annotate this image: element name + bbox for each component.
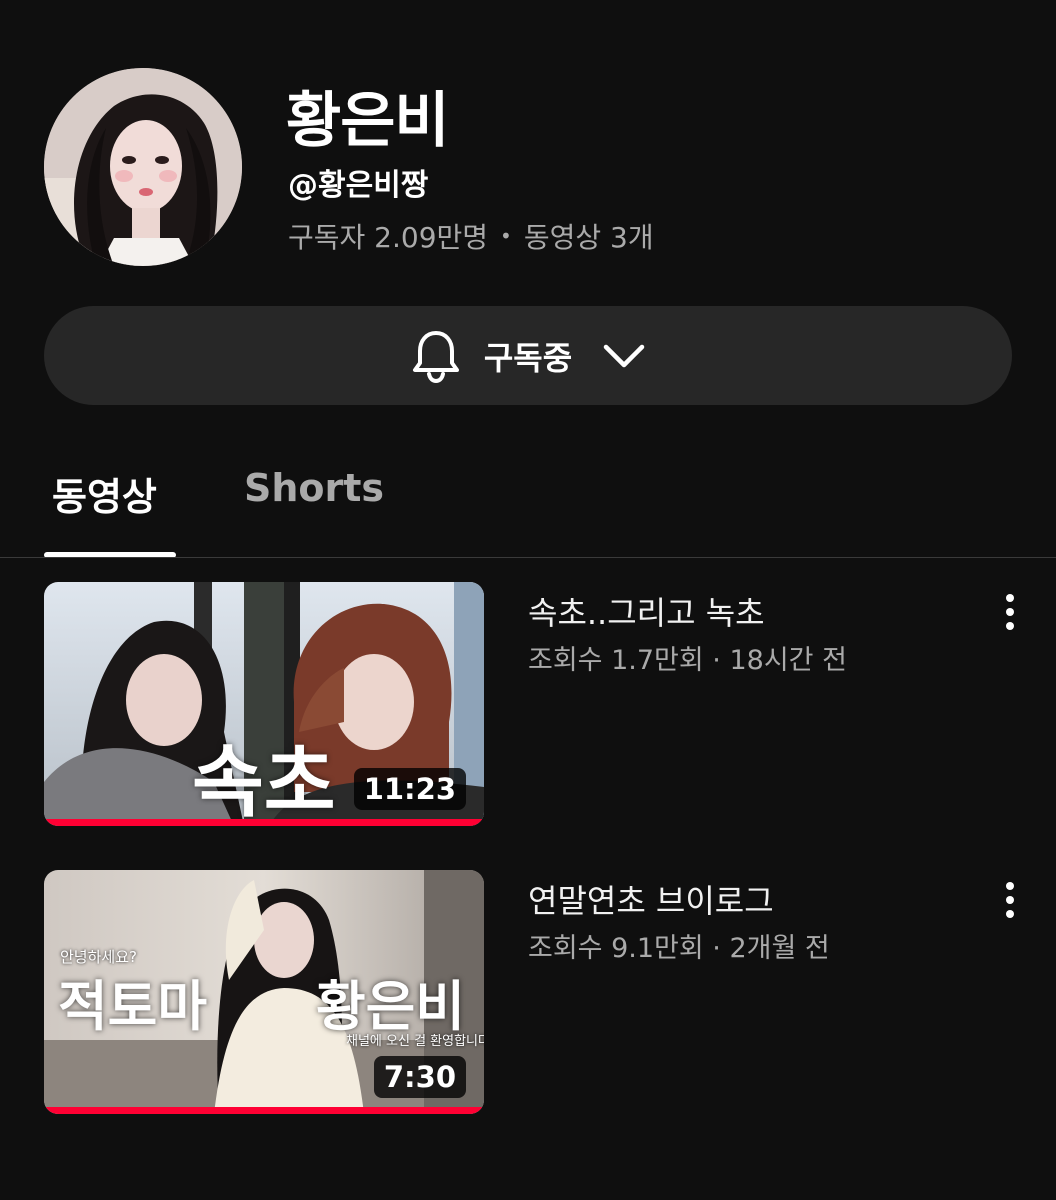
video-duration: 7:30 xyxy=(373,1056,466,1098)
subscriber-count: 구독자 2.09만명 xyxy=(288,221,489,254)
chevron-down-icon xyxy=(603,344,645,367)
meta-separator: • xyxy=(500,224,512,248)
more-options-icon[interactable] xyxy=(992,586,1028,638)
thumbnail-text-left: 적토마 xyxy=(58,975,208,1038)
subscribed-button[interactable]: 구독중 xyxy=(44,306,1012,405)
tabs-divider xyxy=(0,557,1056,558)
channel-name: 황은비 xyxy=(286,86,450,156)
channel-meta: 구독자 2.09만명 • 동영상 3개 xyxy=(288,216,654,256)
channel-avatar[interactable] xyxy=(44,68,242,266)
tab-videos[interactable]: 동영상 xyxy=(52,466,157,526)
channel-tabs: 동영상 Shorts xyxy=(0,466,1056,558)
bell-icon xyxy=(412,330,459,383)
avatar-image xyxy=(44,68,242,266)
thumbnail-title-text: 속초 xyxy=(192,738,336,826)
channel-page: 황은비 @황은비짱 구독자 2.09만명 • 동영상 3개 구독중 동영상 Sh… xyxy=(0,0,1056,1200)
watch-progress-bar xyxy=(44,1107,484,1114)
subscribed-label: 구독중 xyxy=(483,338,573,377)
video-duration: 11:23 xyxy=(353,768,466,810)
video-thumbnail[interactable]: 안녕하세요? 적토마 황은비 채널에 오신 걸 환영합니다 7:30 xyxy=(44,870,484,1114)
video-item[interactable]: 속초 11:23 속초..그리고 녹초 조회수 1.7만회 · 18시간 전 xyxy=(44,582,1024,826)
tab-shorts[interactable]: Shorts xyxy=(244,466,384,526)
channel-handle: @황은비짱 xyxy=(288,168,429,203)
video-thumbnail[interactable]: 속초 11:23 xyxy=(44,582,484,826)
video-title[interactable]: 속초..그리고 녹초 xyxy=(528,588,948,634)
watch-progress-bar xyxy=(44,819,484,826)
video-item[interactable]: 안녕하세요? 적토마 황은비 채널에 오신 걸 환영합니다 7:30 연말연초 … xyxy=(44,870,1024,1114)
thumbnail-bottom-caption: 채널에 오신 걸 환영합니다 xyxy=(346,1034,484,1049)
video-meta: 조회수 1.7만회 · 18시간 전 xyxy=(528,645,847,676)
video-count: 동영상 3개 xyxy=(523,221,654,254)
more-options-icon[interactable] xyxy=(992,874,1028,926)
video-meta: 조회수 9.1만회 · 2개월 전 xyxy=(528,933,830,964)
video-title[interactable]: 연말연초 브이로그 xyxy=(528,876,948,922)
